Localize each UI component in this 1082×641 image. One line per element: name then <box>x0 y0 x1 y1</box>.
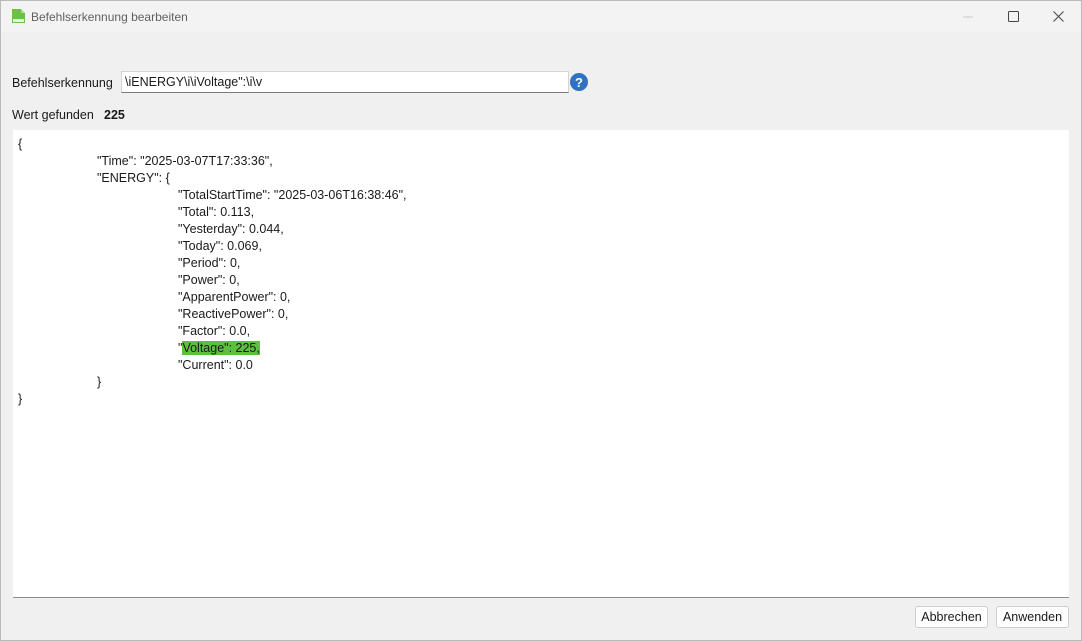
json-line: "ReactivePower": 0, <box>178 307 289 321</box>
json-line: "Yesterday": 0.044, <box>178 222 284 236</box>
close-icon <box>1052 11 1064 22</box>
json-line: "ApparentPower": 0, <box>178 290 291 304</box>
json-line: "Period": 0, <box>178 256 241 270</box>
document-green-icon <box>10 8 26 24</box>
json-line: } <box>18 392 23 406</box>
found-label: Wert gefunden <box>12 108 94 122</box>
json-line: { <box>18 137 23 151</box>
dialog-window: Befehlserkennung bearbeiten Befehlserken… <box>0 0 1082 641</box>
command-label: Befehlserkennung <box>12 76 113 90</box>
json-line-voltage: "Voltage": 225, <box>178 340 260 357</box>
title-bar[interactable]: Befehlserkennung bearbeiten <box>1 1 1081 32</box>
json-line: "Power": 0, <box>178 273 240 287</box>
json-text-area[interactable]: { "Time": "2025-03-07T17:33:36", "ENERGY… <box>13 130 1069 598</box>
json-line: "TotalStartTime": "2025-03-06T16:38:46", <box>178 188 407 202</box>
maximize-button[interactable] <box>990 1 1036 32</box>
json-line: "Total": 0.113, <box>178 205 255 219</box>
json-line: "Current": 0.0 <box>178 358 253 372</box>
apply-button[interactable]: Anwenden <box>996 606 1069 628</box>
json-line: "ENERGY": { <box>97 171 170 185</box>
json-line: "Time": "2025-03-07T17:33:36", <box>97 154 273 168</box>
json-line: "Factor": 0.0, <box>178 324 251 338</box>
close-button[interactable] <box>1035 1 1081 32</box>
json-line: "Today": 0.069, <box>178 239 262 253</box>
minimize-icon <box>963 12 973 22</box>
found-value: 225 <box>104 108 125 122</box>
maximize-icon <box>1007 11 1019 22</box>
minimize-button[interactable] <box>945 1 991 32</box>
json-line: } <box>97 375 102 389</box>
help-icon[interactable]: ? <box>570 73 588 91</box>
cancel-button[interactable]: Abbrechen <box>915 606 988 628</box>
window-title: Befehlserkennung bearbeiten <box>31 10 188 24</box>
command-input[interactable] <box>121 71 569 93</box>
matched-highlight: Voltage": 225, <box>182 341 260 355</box>
